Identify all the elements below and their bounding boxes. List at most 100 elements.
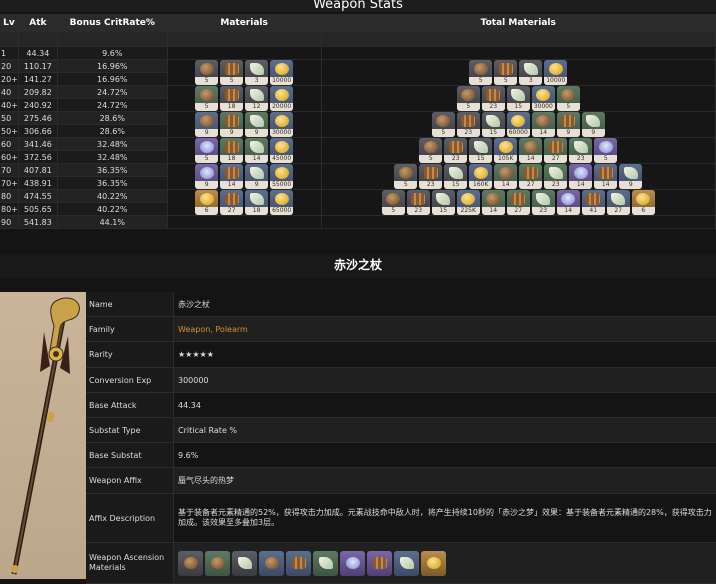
weapon-name-heading: 赤沙之杖	[0, 254, 716, 278]
material-item[interactable]: 18	[245, 190, 269, 215]
material-item[interactable]: 9	[581, 112, 605, 137]
material-item[interactable]: 15	[506, 86, 530, 111]
material-item[interactable]: 23	[481, 86, 505, 111]
cell-atk: 209.82	[18, 85, 58, 99]
material-item[interactable]	[313, 550, 338, 576]
material-count: 12	[245, 103, 269, 111]
material-item[interactable]: 14	[556, 190, 580, 215]
cell-lv: 50	[0, 111, 19, 125]
material-item[interactable]: 30000	[531, 86, 555, 111]
material-item[interactable]: 55000	[270, 164, 294, 189]
barrel-icon	[224, 167, 239, 179]
material-item[interactable]: 9	[245, 112, 269, 137]
material-item[interactable]	[205, 550, 230, 576]
material-item[interactable]: 14	[594, 164, 618, 189]
material-item[interactable]: 27	[606, 190, 630, 215]
material-item[interactable]: 12	[245, 86, 269, 111]
leaf-icon	[548, 167, 563, 179]
material-item[interactable]: 9	[619, 164, 643, 189]
material-item[interactable]: 20000	[270, 86, 294, 111]
material-item[interactable]: 5	[556, 86, 580, 111]
material-item[interactable]: 45000	[270, 138, 294, 163]
material-item[interactable]: 23	[569, 138, 593, 163]
material-item[interactable]: 5	[431, 112, 455, 137]
material-item[interactable]: 225K	[456, 190, 480, 215]
material-item[interactable]: 14	[481, 190, 505, 215]
material-item[interactable]: 5	[419, 138, 443, 163]
material-item[interactable]: 15	[431, 190, 455, 215]
material-item[interactable]: 14	[519, 138, 543, 163]
material-item[interactable]	[394, 550, 419, 576]
material-item[interactable]: 5	[195, 60, 219, 85]
material-item[interactable]: 3	[245, 60, 269, 85]
material-item[interactable]: 27	[506, 190, 530, 215]
material-item[interactable]	[232, 550, 257, 576]
cell-atk: 44.34	[18, 46, 58, 60]
material-item[interactable]: 15	[481, 112, 505, 137]
material-item[interactable]: 30000	[270, 112, 294, 137]
material-item[interactable]: 18	[220, 86, 244, 111]
material-item[interactable]: 9	[195, 164, 219, 189]
material-item[interactable]: 27	[519, 164, 543, 189]
material-item[interactable]: 5	[195, 138, 219, 163]
material-item[interactable]: 5	[456, 86, 480, 111]
material-item[interactable]: 23	[531, 190, 555, 215]
material-item[interactable]: 65000	[270, 190, 294, 215]
material-item[interactable]: 23	[406, 190, 430, 215]
material-item[interactable]	[286, 550, 311, 576]
material-item[interactable]: 41	[581, 190, 605, 215]
material-item[interactable]	[178, 550, 203, 576]
material-item[interactable]: 14	[531, 112, 555, 137]
cell-materials: 9 9 9 30000	[167, 111, 322, 138]
material-item[interactable]: 10000	[270, 60, 294, 85]
material-item[interactable]: 3	[519, 60, 543, 85]
material-item[interactable]: 14	[245, 138, 269, 163]
material-item[interactable]: 5	[394, 164, 418, 189]
material-item[interactable]: 18	[220, 138, 244, 163]
material-item[interactable]: 15	[444, 164, 468, 189]
mora-coin-icon	[511, 115, 526, 127]
material-item[interactable]: 5	[381, 190, 405, 215]
family-link[interactable]: Weapon, Polearm	[174, 317, 716, 341]
material-item[interactable]: 9	[556, 112, 580, 137]
gold-orb-icon	[636, 193, 651, 205]
material-item[interactable]: 23	[419, 164, 443, 189]
material-item[interactable]: 5	[494, 60, 518, 85]
mora-coin-icon	[274, 193, 289, 205]
material-item[interactable]: 27	[544, 138, 568, 163]
material-item[interactable]	[259, 550, 284, 576]
material-count: 45000	[270, 155, 294, 163]
material-item[interactable]: 9	[195, 112, 219, 137]
material-item[interactable]	[421, 550, 446, 576]
material-item[interactable]: 14	[220, 164, 244, 189]
material-item[interactable]: 23	[444, 138, 468, 163]
material-count: 23	[569, 155, 593, 163]
material-item[interactable]	[340, 550, 365, 576]
material-item[interactable]: 60000	[506, 112, 530, 137]
info-label: Family	[86, 317, 174, 341]
material-item[interactable]: 5	[469, 60, 493, 85]
material-item[interactable]: 6	[195, 190, 219, 215]
material-count: 15	[469, 155, 493, 163]
material-item[interactable]: 9	[220, 112, 244, 137]
material-item[interactable]: 27	[220, 190, 244, 215]
material-item[interactable]: 23	[544, 164, 568, 189]
material-item[interactable]: 15	[469, 138, 493, 163]
material-item[interactable]: 5	[594, 138, 618, 163]
material-item[interactable]: 14	[494, 164, 518, 189]
gold-orb-icon	[426, 556, 441, 569]
info-row-affix-description: Affix Description 基于装备者元素精通的52%，获得攻击力加成。…	[86, 494, 716, 543]
material-item[interactable]	[367, 550, 392, 576]
material-item[interactable]: 14	[569, 164, 593, 189]
material-item[interactable]: 5	[220, 60, 244, 85]
material-item[interactable]: 9	[245, 164, 269, 189]
material-item[interactable]: 160K	[469, 164, 493, 189]
material-item[interactable]: 105K	[494, 138, 518, 163]
mora-coin-icon	[274, 63, 289, 75]
leaf-icon	[486, 115, 501, 127]
material-item[interactable]: 10000	[544, 60, 568, 85]
material-item[interactable]: 23	[456, 112, 480, 137]
material-item[interactable]: 6	[631, 190, 655, 215]
material-item[interactable]: 5	[195, 86, 219, 111]
material-count: 23	[531, 207, 555, 215]
